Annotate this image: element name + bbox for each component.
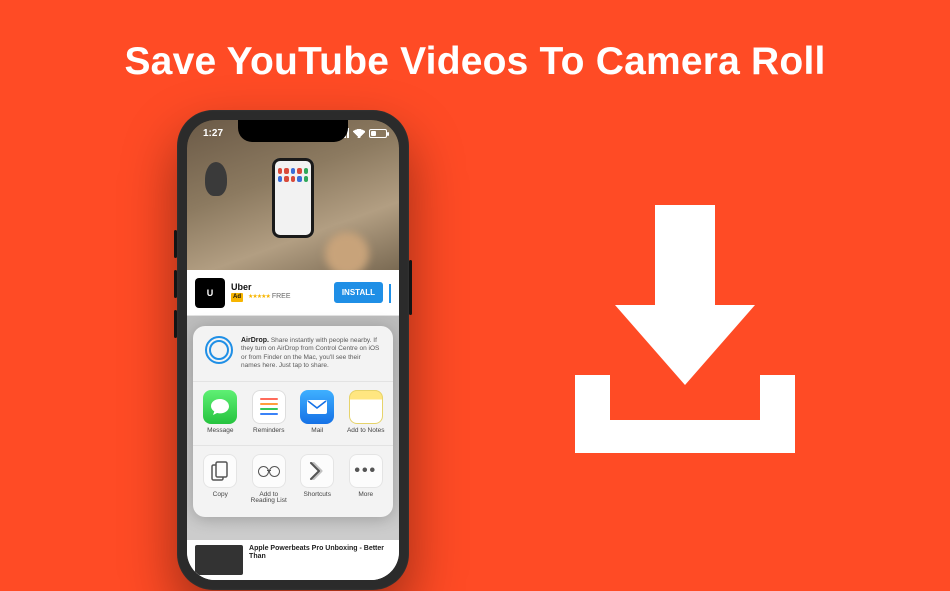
action-label: More (358, 492, 373, 499)
chevron-down-icon[interactable] (389, 284, 391, 302)
share-app-message[interactable]: Message (197, 390, 244, 435)
share-app-label: Mail (311, 428, 323, 435)
share-apps-row: Message Reminders (193, 382, 393, 446)
notch (238, 120, 348, 142)
next-video-thumbnail (195, 545, 243, 575)
share-actions-row: Copy Add to Reading List Shortcuts ••• (193, 446, 393, 518)
copy-icon (203, 454, 237, 488)
wifi-icon (353, 129, 365, 138)
next-video-title: Apple Powerbeats Pro Unboxing - Better T… (249, 545, 391, 560)
ad-subtitle: Ad ★★★★★ FREE (231, 293, 328, 302)
share-app-mail[interactable]: Mail (294, 390, 341, 435)
share-app-label: Message (207, 428, 233, 435)
mail-app-icon (300, 390, 334, 424)
message-app-icon (203, 390, 237, 424)
share-app-reminders[interactable]: Reminders (246, 390, 293, 435)
status-time: 1:27 (203, 128, 223, 139)
action-copy[interactable]: Copy (197, 454, 244, 506)
uber-logo-icon: U (195, 278, 225, 308)
share-app-label: Add to Notes (347, 428, 385, 435)
next-video-row[interactable]: Apple Powerbeats Pro Unboxing - Better T… (187, 540, 399, 580)
page-title: Save YouTube Videos To Camera Roll (0, 40, 950, 84)
reading-list-icon (252, 454, 286, 488)
youtube-ad-row: U Uber Ad ★★★★★ FREE INSTALL (187, 270, 399, 316)
share-app-label: Reminders (253, 428, 284, 435)
iphone-screen: 1:27 U Uber Ad ★★★★★ FREE (187, 120, 399, 580)
action-more[interactable]: ••• More (343, 454, 390, 506)
airdrop-section[interactable]: AirDrop. Share instantly with people nea… (193, 326, 393, 382)
ad-rating-stars-icon: ★★★★★ (248, 294, 270, 300)
iphone-device-frame: 1:27 U Uber Ad ★★★★★ FREE (177, 110, 409, 590)
ad-badge: Ad (231, 293, 243, 302)
install-button[interactable]: INSTALL (334, 282, 383, 303)
ad-price: FREE (272, 293, 291, 300)
share-app-notes[interactable]: Add to Notes (343, 390, 390, 435)
action-label: Copy (213, 492, 228, 499)
action-label: Shortcuts (304, 492, 331, 499)
more-icon: ••• (349, 454, 383, 488)
action-reading-list[interactable]: Add to Reading List (246, 454, 293, 506)
download-icon (555, 195, 815, 455)
airdrop-icon (205, 336, 233, 364)
action-label: Add to Reading List (251, 492, 287, 506)
notes-app-icon (349, 390, 383, 424)
action-shortcuts[interactable]: Shortcuts (294, 454, 341, 506)
ad-title: Uber (231, 283, 328, 293)
airdrop-description: AirDrop. Share instantly with people nea… (241, 336, 381, 371)
reminders-app-icon (252, 390, 286, 424)
video-phone-prop (272, 158, 314, 238)
video-speaker-prop (205, 162, 227, 196)
ios-share-sheet: AirDrop. Share instantly with people nea… (193, 326, 393, 517)
battery-icon (369, 129, 387, 138)
shortcuts-icon (300, 454, 334, 488)
